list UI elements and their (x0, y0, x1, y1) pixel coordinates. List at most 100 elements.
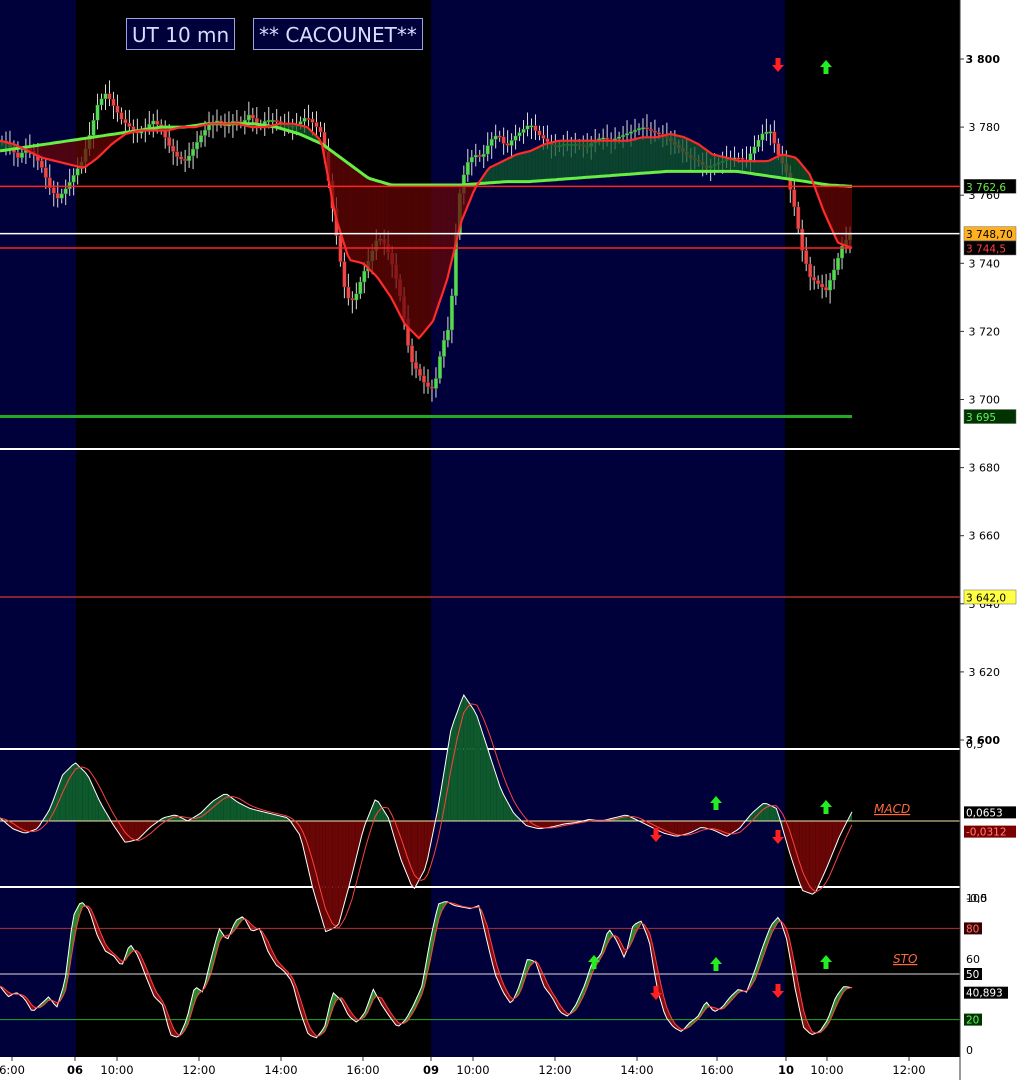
ma-fill-segment (515, 153, 519, 182)
time-tick-label: 16:00 (346, 1063, 379, 1077)
candle-body (298, 121, 303, 125)
ma-fill-segment (772, 157, 776, 178)
ma-fill-segment (658, 136, 662, 173)
macd-fill-segment (338, 821, 343, 924)
candle-body (497, 135, 502, 138)
macd-fill-segment (240, 803, 244, 821)
ma-fill-segment (669, 134, 673, 172)
macd-fill-segment (342, 821, 346, 912)
macd-value-tag-label: -0,0312 (966, 827, 1007, 839)
candle-body (250, 114, 255, 119)
ma-fill-segment (555, 140, 559, 180)
ma-fill-segment (840, 185, 844, 245)
price-tick-label: 3 800 (966, 53, 1001, 66)
candle-body (306, 117, 311, 120)
ma-fill-segment (495, 163, 499, 183)
macd-fill-segment (684, 821, 688, 835)
candle-body (342, 261, 347, 288)
price-tick-label: 3 720 (969, 325, 1001, 338)
ma-fill-segment (51, 142, 55, 161)
macd-fill-segment (769, 805, 774, 821)
candle-body (776, 143, 781, 156)
candle-body (601, 137, 606, 140)
macd-fill-segment (470, 704, 474, 821)
axis-level-tag-3: 3 695 (963, 409, 1017, 424)
candle-body (19, 152, 24, 158)
macd-fill-segment (75, 762, 79, 821)
candle-body (652, 130, 657, 133)
candle-body (736, 157, 741, 160)
ma-fill-segment (518, 153, 522, 182)
candle-body (812, 276, 817, 281)
candle-body (796, 206, 801, 230)
ma-fill-segment (675, 135, 679, 172)
sto-tick-label: 0 (966, 1044, 973, 1057)
ma-fill-segment (843, 185, 847, 246)
candle-body (808, 263, 813, 278)
candle-body (95, 104, 100, 121)
candle-body (127, 122, 132, 127)
axis-level-tag-4: 3 642,0 (963, 589, 1017, 604)
ma-fill-segment (339, 156, 342, 237)
ma-fill-segment (501, 160, 505, 182)
macd-fill-segment (65, 768, 70, 821)
macd-fill-segment (243, 805, 247, 821)
ma-fill-segment (71, 139, 75, 166)
sto-value-tag-label: 40,893 (966, 988, 1003, 1000)
ma-fill-segment (666, 134, 670, 172)
candle-body (59, 193, 64, 199)
ma-fill-segment (775, 156, 778, 178)
ma-fill-segment (729, 158, 733, 172)
macd-fill-segment (19, 821, 24, 833)
ma-fill-segment (359, 171, 362, 263)
ma-fill-segment (344, 160, 348, 256)
candle-body (15, 152, 20, 158)
ma-fill-segment (569, 140, 573, 179)
candle-body (123, 119, 128, 124)
macd-fill-segment (483, 736, 487, 821)
candle-body (513, 135, 518, 141)
macd-fill-segment (463, 695, 468, 821)
time-tick-label: 12:00 (892, 1063, 925, 1077)
candle-body (43, 167, 48, 178)
ma-fill-segment (626, 140, 630, 175)
candle-body (314, 122, 319, 128)
ma-fill-segment (732, 159, 736, 172)
macd-fill-segment (246, 806, 251, 821)
ma-fill-segment (42, 144, 46, 159)
candle-body (509, 140, 514, 146)
candle-body (425, 382, 430, 387)
ma-fill-segment (558, 140, 562, 180)
ma-fill-segment (604, 140, 607, 177)
macd-fill-segment (407, 821, 412, 885)
ma-fill-segment (498, 161, 502, 183)
ma-fill-segment (698, 144, 701, 172)
time-tick-label: 16:00 (700, 1063, 733, 1077)
ma-fill-segment (572, 140, 576, 179)
candle-body (429, 386, 434, 389)
ma-fill-segment (638, 137, 642, 174)
candle-body (51, 187, 56, 194)
ma-fill-segment (792, 156, 796, 180)
macd-fill-segment (125, 821, 129, 843)
ma-fill-segment (433, 184, 436, 321)
candle-body (772, 131, 777, 144)
ma-fill-segment (430, 184, 434, 325)
candle-body (199, 135, 204, 143)
candle-body (119, 112, 124, 120)
candle-body (529, 125, 534, 128)
ma-fill-segment (766, 160, 770, 177)
macd-fill-segment (236, 801, 241, 821)
macd-fill-segment (256, 810, 260, 821)
candle-body (648, 129, 653, 132)
macd-fill-segment (476, 715, 481, 821)
ma-fill-segment (618, 140, 622, 176)
candle-body (67, 181, 72, 189)
ma-fill-segment (735, 159, 739, 172)
trading-chart[interactable]: MACD STO 3 762,6 3 748,70 3 744,5 3 695 3 64… (0, 0, 1020, 1080)
ma-fill-segment (398, 184, 402, 319)
macd-fill-segment (319, 821, 323, 921)
ma-fill-segment (589, 140, 593, 178)
ma-fill-segment (681, 136, 684, 172)
ma-fill-segment (79, 138, 83, 168)
